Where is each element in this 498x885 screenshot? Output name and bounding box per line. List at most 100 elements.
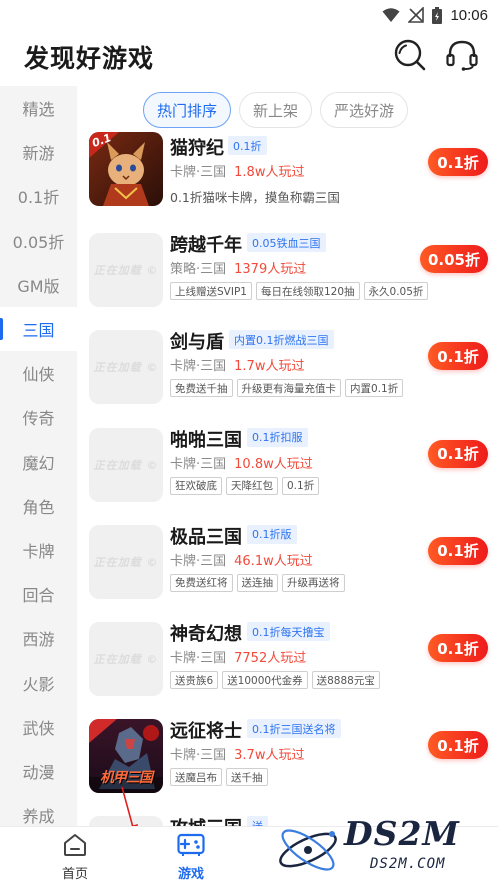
game-tag: 上线赠送SVIP1: [170, 282, 252, 300]
game-tag: 送10000代金券: [222, 671, 308, 689]
game-genre: 策略·三国: [170, 262, 227, 277]
sidebar-item[interactable]: 0.05折: [0, 219, 77, 263]
sidebar-item[interactable]: 回合: [0, 572, 77, 616]
status-icons: 10:06: [382, 5, 488, 25]
game-genre: 卡牌·三国: [170, 553, 227, 569]
watermark-subtitle: DS2M.COM: [370, 856, 446, 872]
game-players: 46.1w人玩过: [234, 553, 313, 569]
game-tag: 内置0.1折: [345, 379, 404, 397]
game-tag: 送贵族6: [170, 671, 219, 689]
sidebar-item[interactable]: 0.1折: [0, 174, 77, 218]
game-badge: 0.1折版: [247, 524, 297, 544]
game-tags: 免费送千抽 升级更有海量充值卡 内置0.1折: [170, 379, 404, 397]
wifi-icon: [382, 8, 400, 22]
loading-placeholder: 正在加载 ©: [93, 653, 159, 666]
game-players: 7752人玩过: [234, 651, 307, 666]
game-row[interactable]: 正在加载 © 剑与盾 内置0.1折燃战三国 卡牌·三国 1.7w人玩过 免费送千抽 升级更有…: [77, 326, 498, 424]
game-icon: 正在加载 ©: [89, 524, 163, 599]
game-genre: 卡牌·三国: [170, 748, 227, 763]
game-badge: 送: [247, 816, 268, 826]
game-name: 攻城三国: [170, 814, 242, 826]
game-meta: 卡牌·三国 1.7w人玩过: [170, 355, 304, 374]
page-title: 发现好游戏: [24, 44, 155, 73]
game-name: 跨越千年: [170, 235, 242, 256]
discount-button[interactable]: 0.1折: [428, 731, 488, 759]
filter-tab[interactable]: 热门排序: [143, 92, 232, 128]
nav-games-label: 游戏: [177, 867, 204, 882]
game-tag: 狂欢破底: [170, 476, 222, 495]
gamepad-icon: [177, 833, 205, 856]
loading-placeholder: 正在加载 ©: [93, 555, 159, 569]
sidebar-item[interactable]: GM版: [0, 263, 77, 307]
game-row[interactable]: 0.1 猫狩纪 0.1折 卡牌·三国 1.8w人玩过 0.1折猫咪卡牌，摸鱼称霸三国 0.1…: [77, 132, 498, 230]
game-tag: 免费送千抽: [170, 379, 233, 397]
loading-placeholder: 正在加载 ©: [93, 458, 159, 472]
game-genre: 卡牌·三国: [170, 456, 227, 472]
game-icon: 正在加载 ©: [89, 622, 163, 696]
game-artwork: 0.1: [89, 132, 163, 206]
discount-button[interactable]: 0.1折: [428, 342, 488, 370]
battery-icon: [432, 6, 443, 24]
discount-button[interactable]: 0.1折: [428, 148, 488, 176]
sidebar-item[interactable]: 三国: [0, 306, 77, 352]
game-meta: 策略·三国 1379人玩过: [170, 258, 306, 277]
discount-button[interactable]: 0.1折: [428, 439, 488, 468]
sidebar-item[interactable]: 西游: [0, 616, 77, 660]
sidebar-item[interactable]: 新游: [0, 130, 77, 174]
sidebar-item[interactable]: 武侠: [0, 705, 77, 749]
status-bar: 10:06: [0, 0, 498, 30]
game-row[interactable]: 正在加载 © 神奇幻想 0.1折每天撸宝 卡牌·三国 7752人玩过 送贵族6 送10000…: [77, 618, 498, 716]
game-name: 远征将士: [170, 721, 242, 742]
game-list: 0.1 猫狩纪 0.1折 卡牌·三国 1.8w人玩过 0.1折猫咪卡牌，摸鱼称霸三国 0.1…: [77, 132, 498, 826]
home-icon: [64, 834, 86, 856]
game-tag: 每日在线领取120抽: [255, 282, 360, 300]
sidebar-item[interactable]: 魔幻: [0, 440, 77, 484]
game-badge: 0.05铁血三国: [247, 233, 326, 252]
game-players: 1.8w人玩过: [234, 165, 305, 180]
game-artwork-text: 机甲三国: [100, 770, 153, 786]
game-icon: 机甲三国: [89, 719, 163, 793]
game-meta: 卡牌·三国 1.8w人玩过: [170, 161, 304, 180]
game-tag: 升级再送将: [282, 573, 345, 592]
search-button[interactable]: [392, 37, 428, 73]
sidebar-item[interactable]: 养成: [0, 793, 77, 826]
sort-filter-tabs: 热门排序 新上架 严选好游: [143, 92, 409, 128]
game-players: 1.7w人玩过: [234, 359, 305, 374]
game-genre: 卡牌·三国: [170, 651, 227, 666]
game-players: 10.8w人玩过: [234, 456, 313, 472]
game-tag: 送千抽: [226, 768, 268, 786]
game-badge: 0.1折: [228, 136, 267, 155]
filter-tab[interactable]: 严选好游: [320, 92, 409, 128]
sidebar-item[interactable]: 火影: [0, 660, 77, 704]
status-time: 10:06: [450, 6, 488, 24]
game-icon: 0.1: [89, 132, 163, 206]
game-row[interactable]: 正在加载 © 跨越千年 0.05铁血三国 策略·三国 1379人玩过 上线赠送SVIP1 每…: [77, 229, 498, 327]
game-meta: 卡牌·三国 10.8w人玩过: [170, 453, 313, 472]
filter-tab[interactable]: 新上架: [239, 92, 313, 128]
sidebar-item[interactable]: 仙侠: [0, 351, 77, 395]
discount-button[interactable]: 0.1折: [428, 634, 488, 662]
sidebar-item[interactable]: 精选: [0, 86, 77, 130]
game-tags: 送魔吕布 送千抽: [170, 768, 268, 786]
sidebar-item[interactable]: 卡牌: [0, 528, 77, 572]
nav-home[interactable]: 首页: [40, 833, 110, 883]
game-badge: 内置0.1折燃战三国: [229, 330, 334, 349]
sidebar-item[interactable]: 传奇: [0, 395, 77, 439]
sidebar-item[interactable]: 角色: [0, 484, 77, 528]
sidebar-item[interactable]: 动漫: [0, 749, 77, 793]
discount-button[interactable]: 0.05折: [419, 245, 488, 273]
customer-service-button[interactable]: [444, 37, 480, 73]
discount-button[interactable]: 0.1折: [428, 536, 488, 565]
game-tag: 送8888元宝: [311, 671, 380, 689]
game-meta: 卡牌·三国 7752人玩过: [170, 647, 306, 666]
game-name: 极品三国: [170, 526, 242, 548]
nav-games[interactable]: 游戏: [156, 833, 226, 883]
game-row[interactable]: 正在加载 © 极品三国 0.1折版 卡牌·三国 46.1w人玩过 免费送红将 送连抽 升级再送…: [77, 521, 498, 619]
game-badge: 0.1折扣服: [247, 427, 308, 447]
app-screen: 10:06 发现好游戏 精选 新游 0.1折 0.05折 GM版 三国 仙侠 传奇 魔幻 角色 卡牌…: [0, 0, 498, 885]
game-row[interactable]: 正在加载 © 啪啪三国 0.1折扣服 卡牌·三国 10.8w人玩过 狂欢破底 天降红包 0.1…: [77, 424, 498, 522]
no-signal-icon: [408, 7, 425, 23]
game-meta: 卡牌·三国 46.1w人玩过: [170, 550, 313, 569]
game-tag: 永久0.05折: [363, 282, 429, 300]
loading-placeholder: 正在加载 ©: [93, 361, 159, 374]
